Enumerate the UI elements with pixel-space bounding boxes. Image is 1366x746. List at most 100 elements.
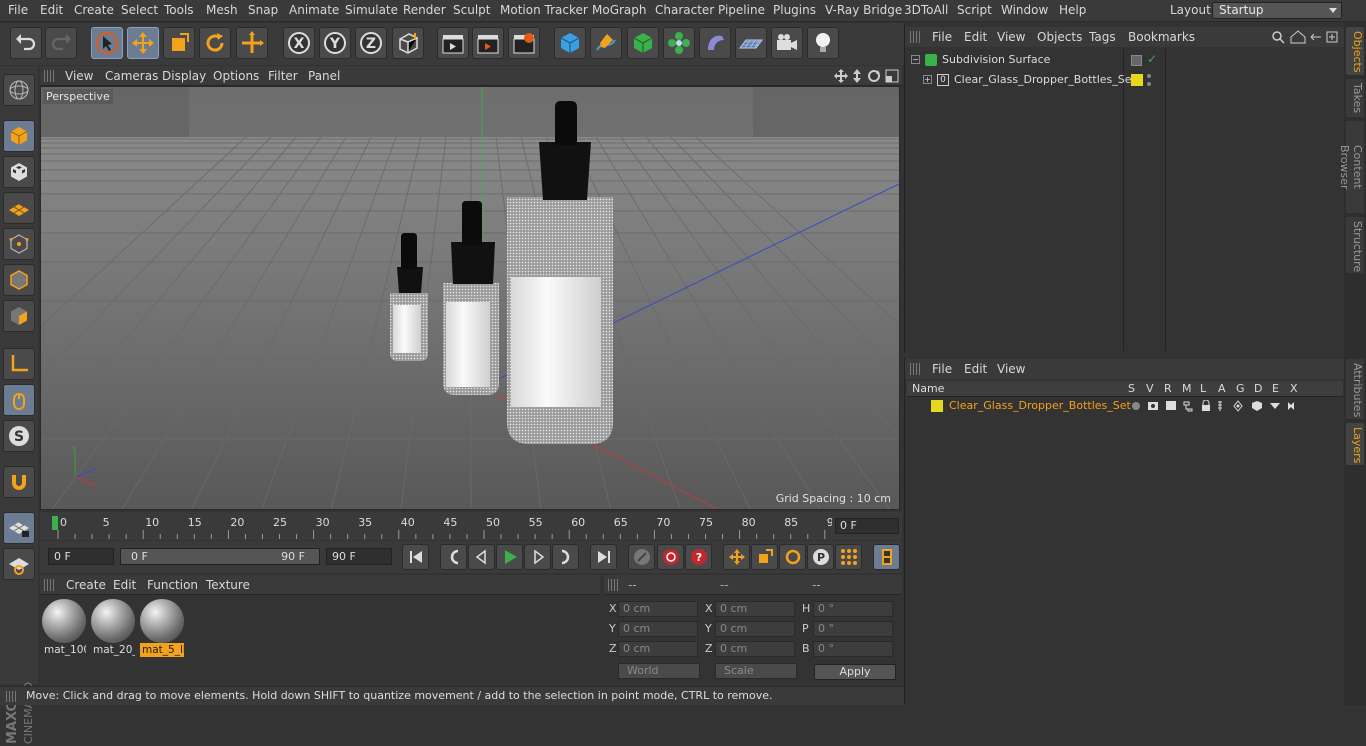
col-manager[interactable]: M [1182, 381, 1192, 397]
render-to-picture-viewer-button[interactable] [472, 27, 504, 59]
pos-z-field[interactable]: 0 cm [618, 641, 698, 657]
layer-color-swatch[interactable] [931, 400, 943, 412]
tab-takes[interactable]: Takes [1346, 79, 1364, 117]
scale-tool-button[interactable] [163, 27, 195, 59]
menu-animate[interactable]: Animate [289, 3, 339, 17]
menu-snap[interactable]: Snap [248, 3, 278, 17]
next-frame-button[interactable] [524, 544, 551, 570]
menu-tools[interactable]: Tools [164, 3, 194, 17]
move-tool-button[interactable] [127, 27, 159, 59]
size-x-field[interactable]: 0 cm [715, 601, 795, 617]
layer-toggle-icon[interactable] [1131, 55, 1142, 66]
col-name[interactable]: Name [912, 381, 944, 397]
workplane-mode-button[interactable] [3, 192, 35, 224]
objects-menu-bookmarks[interactable]: Bookmarks [1128, 30, 1195, 44]
layout-select[interactable]: Startup [1212, 2, 1342, 19]
redo-button[interactable] [45, 27, 77, 59]
menu-plugins[interactable]: Plugins [773, 3, 816, 17]
layers-menu-edit[interactable]: Edit [964, 362, 987, 376]
x-axis-lock-button[interactable]: X [283, 27, 315, 59]
menu-character[interactable]: Character [655, 3, 714, 17]
tab-objects[interactable]: Objects [1346, 27, 1364, 75]
col-xref[interactable]: X [1290, 381, 1298, 397]
render-dot-icon[interactable] [1147, 82, 1151, 86]
menu-simulate[interactable]: Simulate [345, 3, 398, 17]
object-manager-tools[interactable] [1271, 30, 1343, 44]
viewport-menu-options[interactable]: Options [213, 69, 259, 83]
menu-render[interactable]: Render [403, 3, 446, 17]
rot-h-field[interactable]: 0 ° [813, 601, 893, 617]
tab-layers[interactable]: Layers [1346, 423, 1364, 465]
points-mode-button[interactable] [3, 228, 35, 260]
objects-menu-tags[interactable]: Tags [1089, 30, 1116, 44]
layer-row[interactable]: Clear_Glass_Dropper_Bottles_Set [907, 397, 1343, 415]
visibility-dot-icon[interactable] [1147, 74, 1151, 78]
rot-b-field[interactable]: 0 ° [813, 641, 893, 657]
col-deformers[interactable]: D [1254, 381, 1262, 397]
viewport-camera-label[interactable]: Perspective [43, 89, 113, 104]
current-frame-field[interactable]: 0 F [835, 518, 899, 534]
col-animation[interactable]: A [1218, 381, 1226, 397]
prev-key-button[interactable] [440, 544, 467, 570]
tweak-mode-button[interactable] [3, 384, 35, 416]
magnet-button[interactable] [3, 466, 35, 498]
viewport-menu-filter[interactable]: Filter [268, 69, 298, 83]
panel-grip[interactable] [608, 579, 618, 591]
planar-workplane-button[interactable] [3, 548, 35, 580]
layers-menu-file[interactable]: File [932, 362, 952, 376]
size-mode-select[interactable]: Scale [715, 663, 797, 679]
menu-help[interactable]: Help [1059, 3, 1086, 17]
col-render[interactable]: R [1164, 381, 1172, 397]
col-generators[interactable]: G [1236, 381, 1245, 397]
play-button[interactable] [496, 544, 523, 570]
deformer-button[interactable] [699, 27, 731, 59]
perspective-viewport[interactable]: y z x Perspective Grid Spacing : 10 cm [40, 86, 900, 510]
menu-select[interactable]: Select [121, 3, 158, 17]
menu-3dtoall[interactable]: 3DToAll [904, 3, 948, 17]
menu-script[interactable]: Script [957, 3, 992, 17]
panel-grip[interactable] [44, 70, 54, 82]
layer-name[interactable]: Clear_Glass_Dropper_Bottles_Set [949, 397, 1131, 415]
edges-mode-button[interactable] [3, 264, 35, 296]
material-menu-texture[interactable]: Texture [206, 578, 250, 592]
record-keys-button[interactable] [628, 544, 655, 570]
layer-flag-icons[interactable] [1131, 400, 1311, 412]
pen-spline-button[interactable] [590, 27, 622, 59]
object-row-subdivision-surface[interactable]: − Subdivision Surface ✓ [907, 51, 1343, 69]
objects-menu-file[interactable]: File [932, 30, 952, 44]
coordinate-system-button[interactable] [392, 27, 424, 59]
panel-grip[interactable] [910, 31, 920, 43]
model-mode-button[interactable] [3, 120, 35, 152]
menu-file[interactable]: File [8, 3, 28, 17]
col-expressions[interactable]: E [1272, 381, 1279, 397]
col-solo[interactable]: S [1128, 381, 1135, 397]
keyframe-selection-button[interactable]: ? [685, 544, 712, 570]
material-menu-function[interactable]: Function [147, 578, 198, 592]
material-menu-create[interactable]: Create [66, 578, 106, 592]
subdivision-surface-button[interactable] [627, 27, 659, 59]
apply-button[interactable]: Apply [814, 664, 896, 680]
menu-vray-bridge[interactable]: V-Ray Bridge [825, 3, 902, 17]
timeline-window-button[interactable] [873, 544, 900, 570]
tab-attributes[interactable]: Attributes [1346, 359, 1364, 419]
coordinate-space-select[interactable]: World [618, 663, 700, 679]
panel-grip[interactable] [6, 691, 16, 702]
menu-motion-tracker[interactable]: Motion Tracker [500, 3, 588, 17]
axis-mode-button[interactable] [3, 348, 35, 380]
viewport-menu-view[interactable]: View [65, 69, 93, 83]
timeline[interactable]: 0 5 10 15 20 25 30 35 40 45 50 55 60 65 70 75 80 85 90 0 F [40, 512, 902, 540]
tab-structure[interactable]: Structure [1346, 217, 1364, 273]
lock-workplane-button[interactable] [3, 512, 35, 544]
size-z-field[interactable]: 0 cm [715, 641, 795, 657]
material-swatch[interactable]: mat_20_ [91, 599, 135, 659]
enabled-check-icon[interactable]: ✓ [1147, 50, 1157, 68]
collapse-toggle-icon[interactable]: − [911, 55, 920, 64]
key-rotation-button[interactable] [779, 544, 806, 570]
pos-y-field[interactable]: 0 cm [618, 621, 698, 637]
prev-frame-button[interactable] [468, 544, 495, 570]
tab-content-browser[interactable]: Content Browser [1338, 121, 1364, 213]
layers-menu-view[interactable]: View [997, 362, 1025, 376]
snapping-button[interactable]: S [3, 420, 35, 452]
undo-button[interactable] [10, 27, 42, 59]
menu-create[interactable]: Create [74, 3, 114, 17]
